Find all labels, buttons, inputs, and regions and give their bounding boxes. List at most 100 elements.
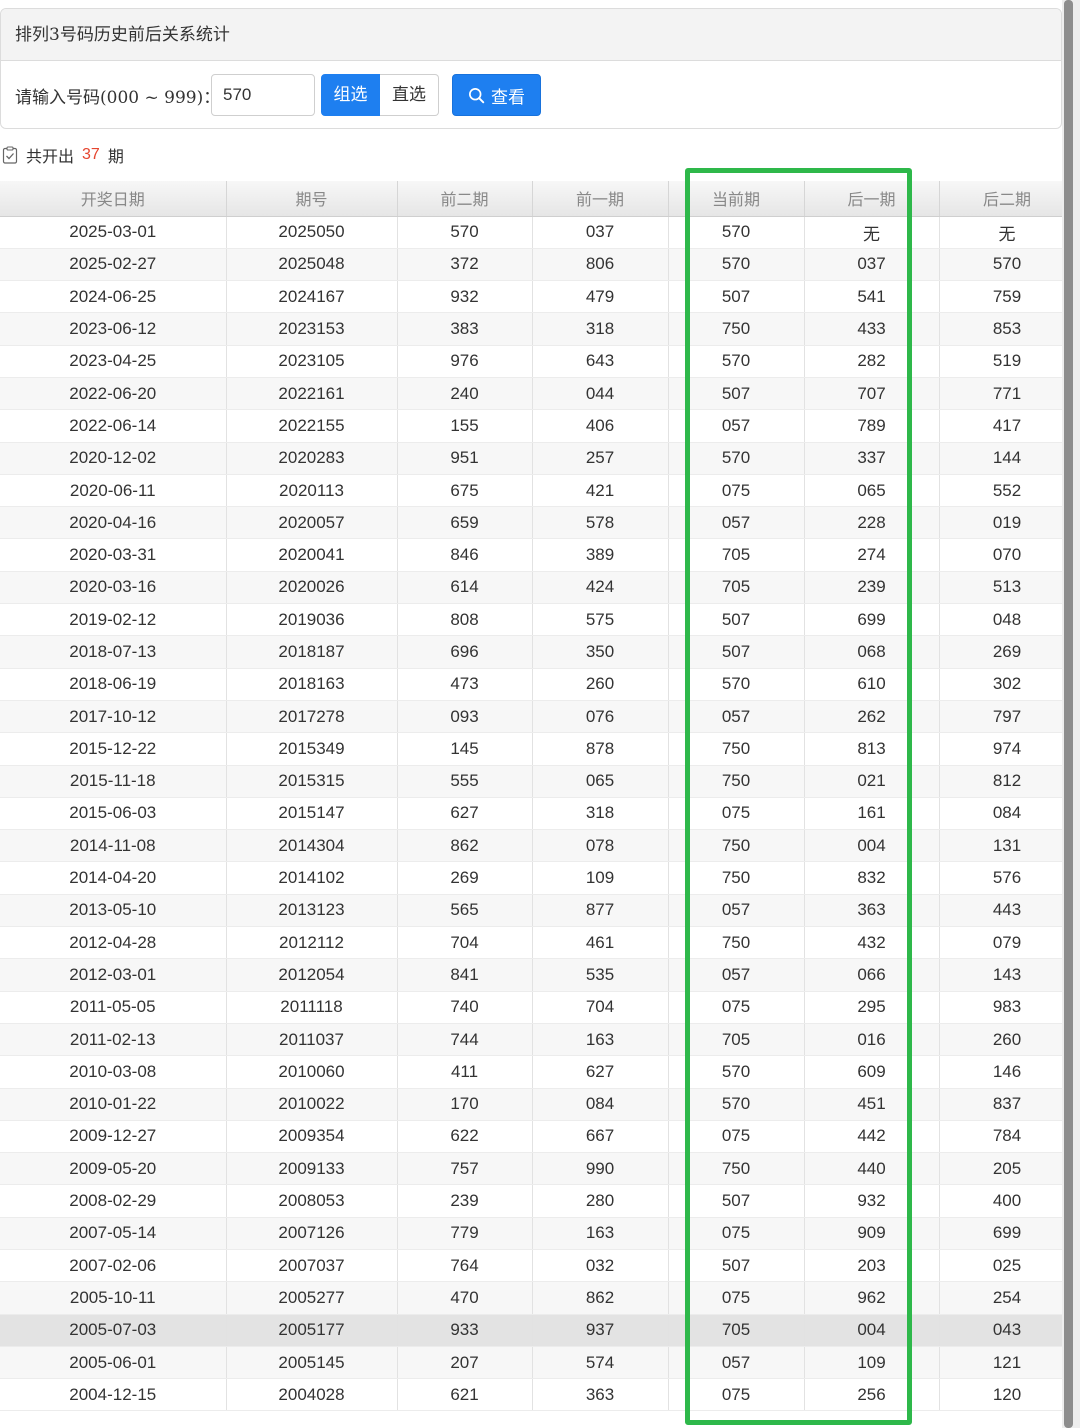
group-select-button[interactable]: 组选 — [321, 74, 380, 116]
table-row[interactable]: 2011-02-13 2011037 744 163 705 016 260 — [0, 1023, 1076, 1057]
cell-draw-date: 2013-05-10 — [0, 894, 227, 928]
number-input[interactable] — [211, 74, 315, 116]
cell-issue: 2023105 — [226, 345, 398, 378]
cell-current: 075 — [668, 1217, 805, 1251]
cell-draw-date: 2009-12-27 — [0, 1120, 227, 1154]
table-row[interactable]: 2015-11-18 2015315 555 065 750 021 812 — [0, 765, 1076, 798]
cell-draw-date: 2011-02-13 — [0, 1023, 227, 1057]
cell-prev-2: 976 — [397, 345, 533, 378]
scrollbar-thumb[interactable] — [1064, 0, 1073, 1428]
cell-next-2: 759 — [939, 280, 1076, 314]
col-header-draw-date[interactable]: 开奖日期 — [0, 181, 227, 217]
table-row[interactable]: 2015-12-22 2015349 145 878 750 813 974 — [0, 732, 1076, 766]
cell-prev-1: 318 — [532, 312, 669, 346]
direct-select-button[interactable]: 直选 — [380, 74, 439, 116]
table-row[interactable]: 2025-02-27 2025048 372 806 570 037 570 — [0, 248, 1076, 282]
cell-current: 057 — [668, 506, 805, 540]
table-row[interactable]: 2005-10-11 2005277 470 862 075 962 254 — [0, 1281, 1076, 1315]
cell-next-1: 256 — [804, 1378, 940, 1412]
cell-issue: 2009133 — [226, 1152, 398, 1186]
table-row[interactable]: 2009-12-27 2009354 622 667 075 442 784 — [0, 1120, 1076, 1154]
col-header-prev-2[interactable]: 前二期 — [397, 181, 533, 217]
table-row[interactable]: 2011-05-05 2011118 740 704 075 295 983 — [0, 991, 1076, 1024]
cell-prev-1: 406 — [532, 409, 669, 443]
table-row[interactable]: 2009-05-20 2009133 757 990 750 440 205 — [0, 1152, 1076, 1186]
table-row[interactable]: 2022-06-14 2022155 155 406 057 789 417 — [0, 409, 1076, 443]
cell-current: 750 — [668, 1152, 805, 1186]
col-header-next-1[interactable]: 后一期 — [804, 181, 940, 217]
cell-issue: 2020026 — [226, 571, 398, 605]
table-row[interactable]: 2007-05-14 2007126 779 163 075 909 699 — [0, 1217, 1076, 1251]
table-row[interactable]: 2010-01-22 2010022 170 084 570 451 837 — [0, 1088, 1076, 1121]
col-header-next-2[interactable]: 后二期 — [939, 181, 1076, 217]
cell-issue: 2010060 — [226, 1055, 398, 1089]
table-row[interactable]: 2017-10-12 2017278 093 076 057 262 797 — [0, 700, 1076, 734]
table-row[interactable]: 2004-12-15 2004028 621 363 075 256 120 — [0, 1378, 1076, 1412]
cell-draw-date: 2012-03-01 — [0, 958, 227, 992]
table-row[interactable]: 2018-06-19 2018163 473 260 570 610 302 — [0, 668, 1076, 701]
table-row[interactable]: 2012-03-01 2012054 841 535 057 066 143 — [0, 958, 1076, 992]
cell-next-1: 295 — [804, 991, 940, 1024]
cell-next-1: 813 — [804, 732, 940, 766]
table-row[interactable]: 2022-06-20 2022161 240 044 507 707 771 — [0, 377, 1076, 411]
cell-next-2: 070 — [939, 538, 1076, 572]
cell-next-2: 837 — [939, 1088, 1076, 1121]
cell-current: 507 — [668, 603, 805, 637]
table-row[interactable]: 2014-04-20 2014102 269 109 750 832 576 — [0, 861, 1076, 895]
cell-next-1: 610 — [804, 668, 940, 701]
table-row[interactable]: 2005-07-03 2005177 933 937 705 004 043 — [0, 1314, 1076, 1347]
cell-issue: 2015315 — [226, 765, 398, 798]
cell-prev-2: 740 — [397, 991, 533, 1024]
cell-current: 750 — [668, 765, 805, 798]
cell-prev-2: 932 — [397, 280, 533, 314]
cell-next-1: 440 — [804, 1152, 940, 1186]
table-row[interactable]: 2020-03-31 2020041 846 389 705 274 070 — [0, 538, 1076, 572]
table-row[interactable]: 2005-06-01 2005145 207 574 057 109 121 — [0, 1346, 1076, 1380]
cell-prev-1: 574 — [532, 1346, 669, 1380]
view-button[interactable]: 查看 — [452, 74, 541, 116]
cell-issue: 2020283 — [226, 442, 398, 475]
cell-draw-date: 2022-06-14 — [0, 409, 227, 443]
cell-current: 570 — [668, 668, 805, 701]
table-row[interactable]: 2019-02-12 2019036 808 575 507 699 048 — [0, 603, 1076, 637]
cell-prev-2: 383 — [397, 312, 533, 346]
draw-count-summary: 共开出 37 期 — [2, 143, 124, 167]
cell-next-2: 771 — [939, 377, 1076, 411]
table-row[interactable]: 2020-03-16 2020026 614 424 705 239 513 — [0, 571, 1076, 605]
cell-next-2: 无 — [939, 216, 1076, 249]
cell-next-1: 274 — [804, 538, 940, 572]
cell-next-1: 432 — [804, 926, 940, 960]
table-row[interactable]: 2018-07-13 2018187 696 350 507 068 269 — [0, 635, 1076, 669]
col-header-issue[interactable]: 期号 — [226, 181, 398, 217]
table-row[interactable]: 2014-11-08 2014304 862 078 750 004 131 — [0, 829, 1076, 863]
table-row[interactable]: 2008-02-29 2008053 239 280 507 932 400 — [0, 1184, 1076, 1218]
cell-current: 570 — [668, 248, 805, 282]
cell-prev-2: 555 — [397, 765, 533, 798]
table-row[interactable]: 2023-04-25 2023105 976 643 570 282 519 — [0, 345, 1076, 378]
cell-prev-1: 990 — [532, 1152, 669, 1186]
table-row[interactable]: 2024-06-25 2024167 932 479 507 541 759 — [0, 280, 1076, 314]
cell-issue: 2020113 — [226, 474, 398, 508]
table-row[interactable]: 2025-03-01 2025050 570 037 570 无无 — [0, 216, 1076, 249]
table-row[interactable]: 2010-03-08 2010060 411 627 570 609 146 — [0, 1055, 1076, 1089]
table-row[interactable]: 2020-04-16 2020057 659 578 057 228 019 — [0, 506, 1076, 540]
cell-issue: 2009354 — [226, 1120, 398, 1154]
cell-current: 075 — [668, 991, 805, 1024]
cell-prev-2: 240 — [397, 377, 533, 411]
table-row[interactable]: 2007-02-06 2007037 764 032 507 203 025 — [0, 1249, 1076, 1283]
cell-current: 057 — [668, 894, 805, 928]
col-header-current[interactable]: 当前期 — [668, 181, 805, 217]
table-row[interactable]: 2012-04-28 2012112 704 461 750 432 079 — [0, 926, 1076, 960]
cell-prev-1: 877 — [532, 894, 669, 928]
table-row[interactable]: 2015-06-03 2015147 627 318 075 161 084 — [0, 797, 1076, 831]
cell-next-2: 025 — [939, 1249, 1076, 1283]
cell-draw-date: 2020-04-16 — [0, 506, 227, 540]
cell-next-1: 016 — [804, 1023, 940, 1057]
cell-issue: 2014304 — [226, 829, 398, 863]
col-header-prev-1[interactable]: 前一期 — [532, 181, 669, 217]
table-row[interactable]: 2013-05-10 2013123 565 877 057 363 443 — [0, 894, 1076, 928]
cell-next-1: 609 — [804, 1055, 940, 1089]
table-row[interactable]: 2020-12-02 2020283 951 257 570 337 144 — [0, 442, 1076, 475]
table-row[interactable]: 2020-06-11 2020113 675 421 075 065 552 — [0, 474, 1076, 508]
table-row[interactable]: 2023-06-12 2023153 383 318 750 433 853 — [0, 312, 1076, 346]
